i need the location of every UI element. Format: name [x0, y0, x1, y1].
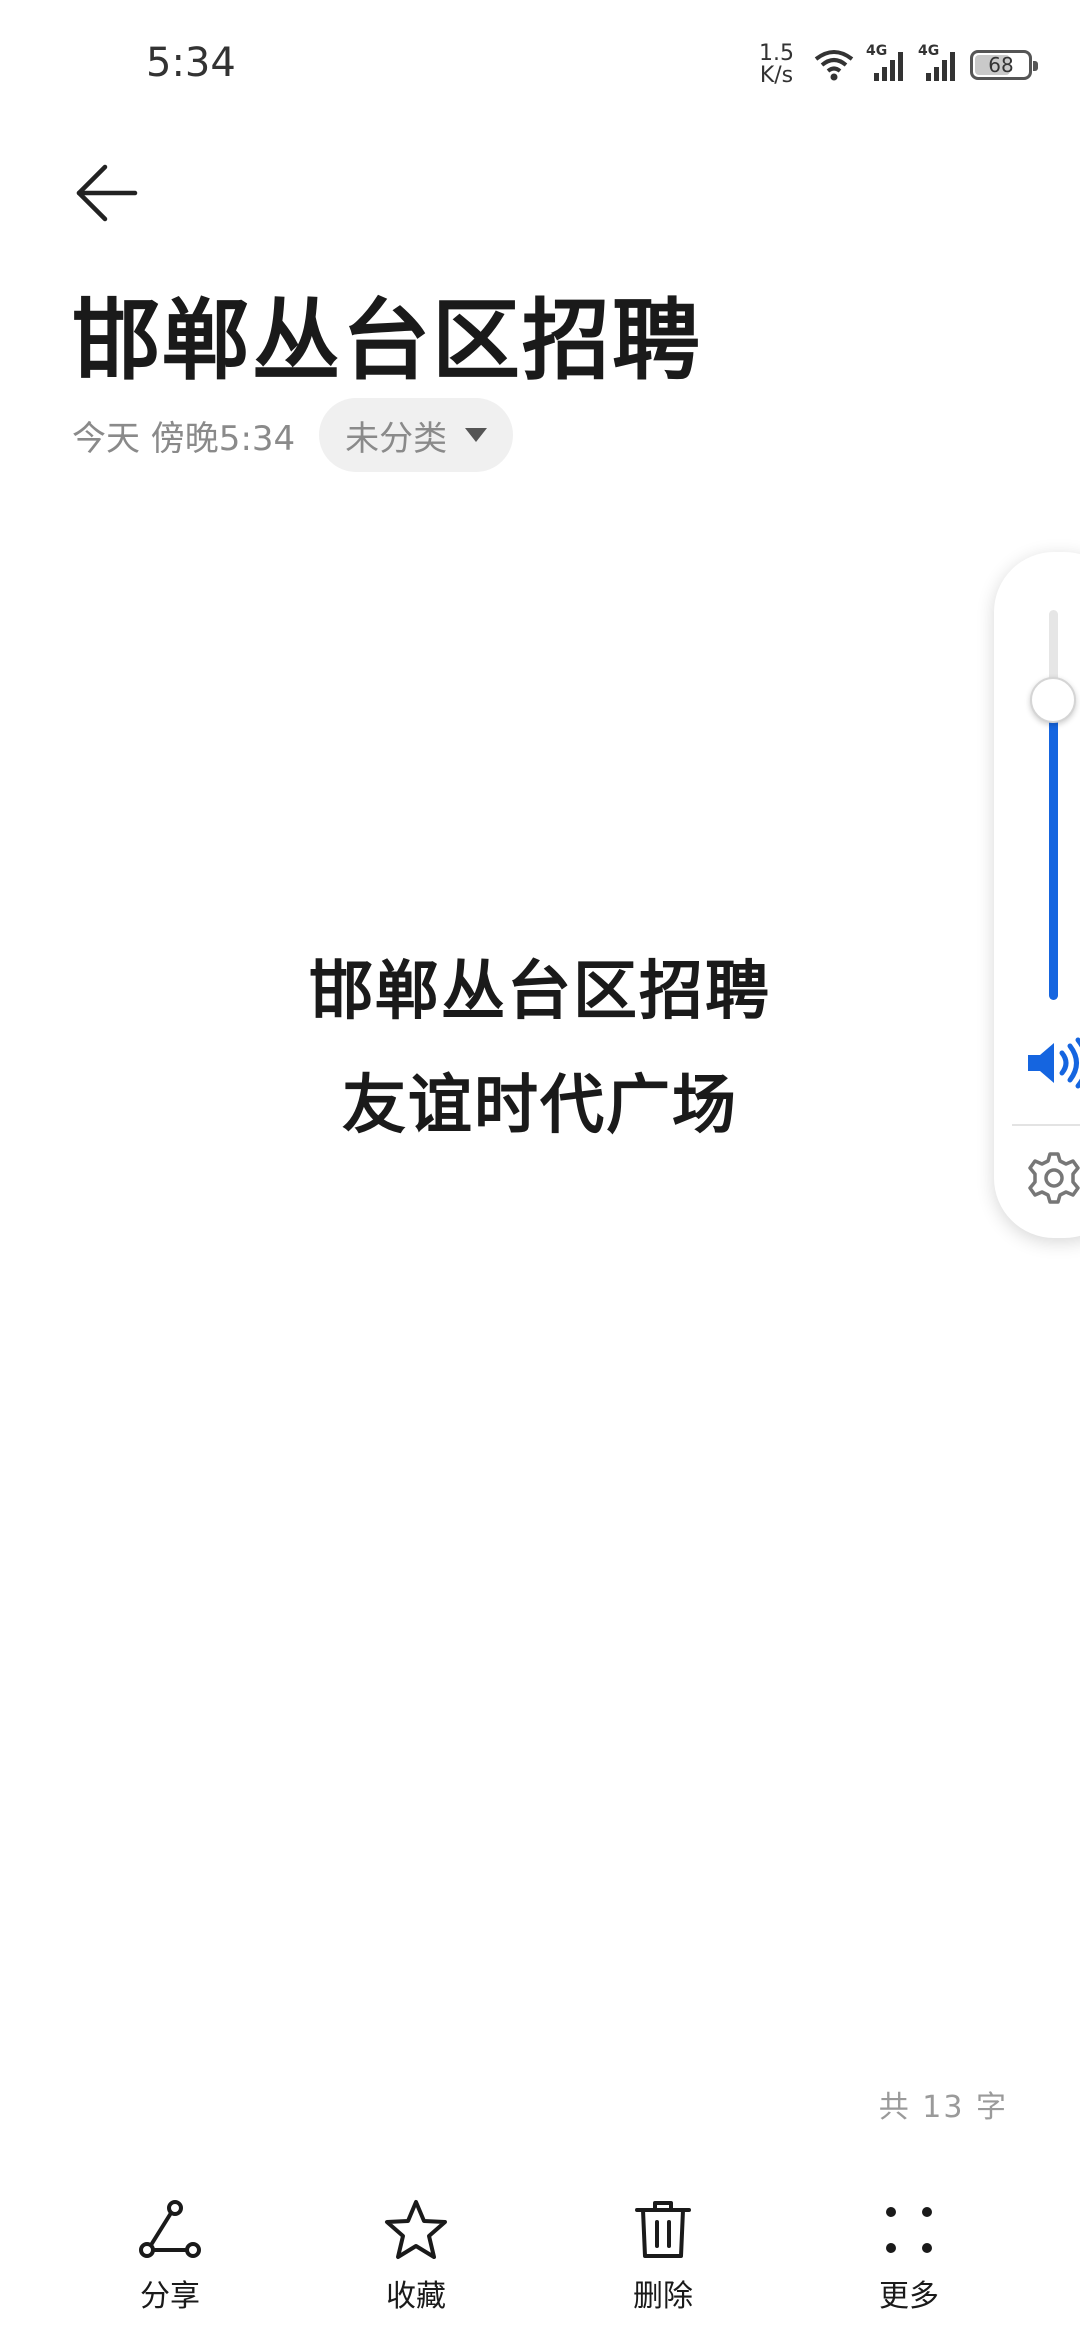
wifi-icon	[812, 47, 856, 83]
star-icon	[381, 2195, 451, 2265]
favorite-label: 收藏	[386, 2279, 446, 2314]
note-screen: 5:34 1.5 K/s 4G 4G 68 邯郸丛台区招聘 今天 傍晚5:34 …	[0, 0, 1080, 2340]
category-selector[interactable]: 未分类	[319, 398, 514, 472]
more-button[interactable]: 更多	[829, 2195, 989, 2315]
net-speed-unit: K/s	[759, 63, 794, 88]
note-body[interactable]: 邯郸丛台区招聘 友谊时代广场	[0, 935, 1080, 1163]
more-dots-icon	[874, 2195, 944, 2265]
cell-signal-icon: 4G	[918, 43, 960, 83]
category-label: 未分类	[345, 418, 448, 459]
share-icon	[135, 2195, 205, 2265]
note-date: 今天 傍晚5:34	[72, 418, 296, 459]
volume-panel	[994, 552, 1080, 1238]
net-speed-value: 1.5	[759, 41, 794, 66]
signal-type-label: 4G	[866, 43, 888, 59]
status-icons: 1.5 K/s 4G 4G 68	[759, 40, 1038, 90]
delete-label: 删除	[633, 2279, 693, 2314]
volume-slider-fill	[1049, 700, 1058, 1000]
net-speed: 1.5 K/s	[759, 43, 794, 87]
note-body-line: 友谊时代广场	[342, 1069, 738, 1143]
signal-type-label: 4G	[918, 43, 940, 59]
share-label: 分享	[140, 2279, 200, 2314]
note-meta: 今天 傍晚5:34 未分类	[72, 398, 514, 472]
speaker-icon[interactable]	[1024, 1037, 1080, 1093]
back-button[interactable]	[72, 158, 142, 228]
battery-level: 68	[988, 53, 1014, 77]
gear-icon[interactable]	[1026, 1150, 1080, 1210]
volume-slider[interactable]	[1049, 610, 1058, 1000]
favorite-button[interactable]: 收藏	[336, 2195, 496, 2315]
cell-signal-icon: 4G	[866, 43, 908, 83]
more-label: 更多	[879, 2279, 939, 2314]
share-button[interactable]: 分享	[90, 2195, 250, 2315]
arrow-left-icon	[76, 164, 138, 222]
word-count: 共 13 字	[878, 2090, 1008, 2125]
dropdown-arrow-icon	[465, 428, 488, 442]
status-time: 5:34	[146, 40, 236, 86]
delete-button[interactable]: 删除	[583, 2195, 743, 2315]
volume-divider	[1012, 1124, 1080, 1126]
battery-icon: 68	[970, 50, 1038, 80]
note-body-line: 邯郸丛台区招聘	[309, 955, 771, 1029]
volume-slider-thumb[interactable]	[1030, 677, 1076, 723]
note-title[interactable]: 邯郸丛台区招聘	[72, 270, 702, 397]
trash-icon	[628, 2195, 698, 2265]
bottom-toolbar: 分享 收藏 删除 更多	[0, 2195, 1080, 2335]
